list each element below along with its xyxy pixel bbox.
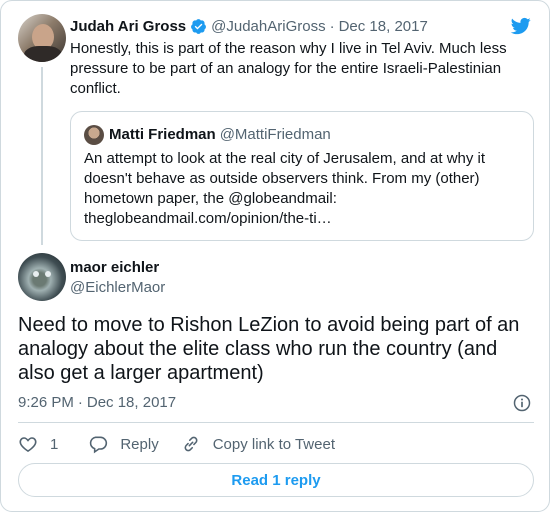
read-replies-button[interactable]: Read 1 reply: [18, 463, 534, 497]
tweet-date: Dec 18, 2017: [86, 394, 177, 411]
parent-author-handle[interactable]: @JudahAriGross: [211, 18, 325, 35]
parent-author-name[interactable]: Judah Ari Gross: [70, 18, 186, 35]
quote-tweet-text: An attempt to look at the real city of J…: [84, 150, 486, 227]
like-button[interactable]: 1: [18, 434, 58, 454]
quoted-tweet[interactable]: Matti Friedman @MattiFriedman An attempt…: [70, 111, 534, 241]
heart-icon: [19, 437, 37, 453]
tweet-embed-card: Judah Ari Gross @JudahAriGross · Dec 18,…: [0, 0, 550, 512]
copy-link-label: Copy link to Tweet: [212, 435, 335, 453]
tweet-timestamp[interactable]: 9:26 PM · Dec 18, 2017: [18, 393, 176, 413]
main-avatar[interactable]: [18, 253, 66, 301]
reply-label: Reply: [120, 435, 159, 453]
thread-connector-line: [41, 67, 43, 245]
separator-dot: ·: [77, 394, 83, 411]
info-icon[interactable]: [512, 393, 532, 413]
copy-link-button[interactable]: Copy link to Tweet: [181, 434, 335, 454]
quote-author-handle: @MattiFriedman: [219, 125, 331, 143]
divider: [18, 422, 534, 423]
main-author-handle[interactable]: @EichlerMaor: [70, 278, 165, 298]
reply-button[interactable]: Reply: [88, 434, 159, 454]
avatar-shirt: [24, 46, 62, 62]
parent-header: Judah Ari Gross @JudahAriGross · Dec 18,…: [70, 16, 428, 36]
main-author-name[interactable]: maor eichler: [70, 258, 159, 278]
reply-bubble-icon: [90, 436, 108, 454]
action-bar: 1 Reply Copy link to Tweet: [18, 433, 357, 455]
main-tweet-text: Need to move to Rishon LeZion to avoid b…: [18, 314, 520, 384]
avatar-eye-right: [45, 271, 51, 277]
tweet-time: 9:26 PM: [18, 394, 74, 411]
quote-author-name: Matti Friedman: [109, 125, 216, 143]
like-count: 1: [50, 435, 59, 453]
twitter-bird-icon[interactable]: [510, 16, 532, 36]
parent-avatar[interactable]: [18, 14, 66, 62]
avatar-eye-left: [33, 271, 39, 277]
parent-tweet-text: Honestly, this is part of the reason why…: [70, 40, 507, 97]
verified-badge-icon: [191, 18, 207, 34]
link-icon: [184, 436, 198, 452]
separator-dot: ·: [329, 17, 335, 35]
quote-avatar: [84, 125, 104, 145]
parent-date[interactable]: Dec 18, 2017: [339, 18, 428, 35]
quote-header: Matti Friedman @MattiFriedman: [109, 124, 331, 144]
